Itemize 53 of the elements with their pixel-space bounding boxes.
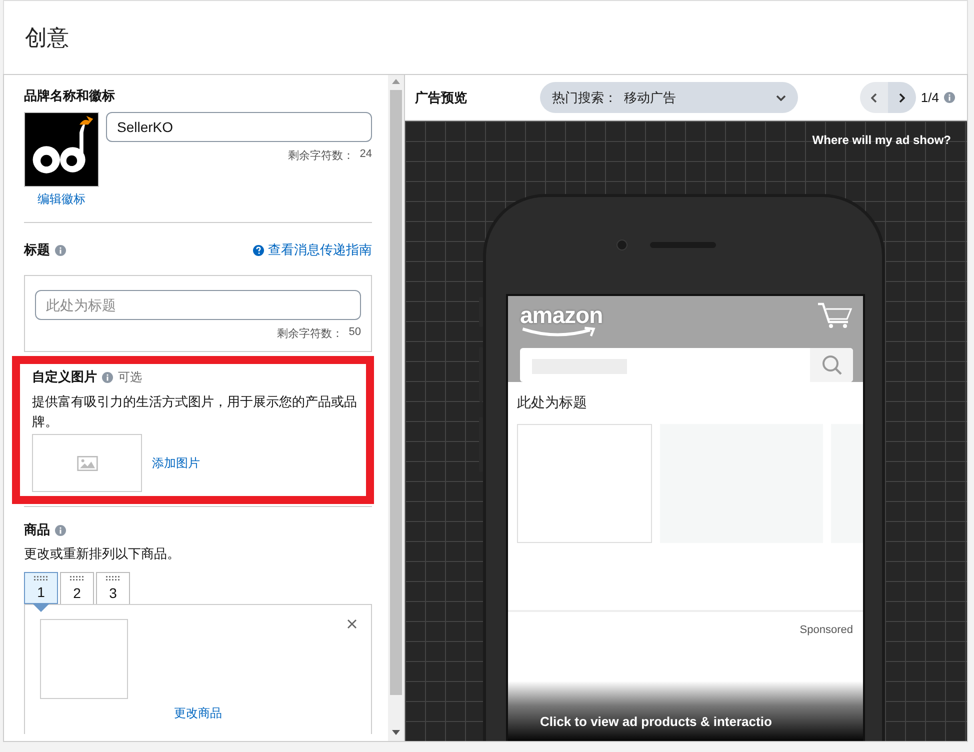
image-placeholder[interactable] <box>32 434 142 492</box>
cart-icon[interactable] <box>817 302 853 328</box>
remaining-label: 剩余字符数： <box>276 326 343 341</box>
headline-field[interactable]: 此处为标题 <box>35 290 361 320</box>
section-description: 更改或重新排列以下商品。 <box>24 545 181 563</box>
add-image-link[interactable]: 添加图片 <box>152 454 200 472</box>
page-title: 创意 <box>25 24 69 52</box>
grip-icon <box>70 576 84 581</box>
image-icon <box>76 456 98 470</box>
ad-headline: 此处为标题 <box>517 394 588 412</box>
camera-icon <box>616 239 628 251</box>
product-tab[interactable]: 3 <box>96 572 130 604</box>
arrow-up-icon[interactable] <box>392 79 400 84</box>
sponsored-label: Sponsored <box>800 624 853 636</box>
cta-banner[interactable]: Click to view ad products & interactio <box>508 681 863 741</box>
help-icon <box>253 244 264 256</box>
edit-logo-link[interactable]: 编辑徽标 <box>38 191 86 208</box>
info-icon <box>55 524 66 536</box>
chevron-right-icon <box>898 92 905 102</box>
section-heading: 广告预览 <box>415 88 467 106</box>
search-icon <box>822 355 842 375</box>
chevron-down-icon <box>776 94 786 100</box>
page-indicator: 1/4 <box>920 90 939 105</box>
store-logo: amazon <box>520 302 603 338</box>
remaining-count: 50 <box>348 326 361 340</box>
product-tab[interactable]: 2 <box>60 572 94 604</box>
section-heading: 商品 <box>24 521 50 539</box>
guide-link[interactable]: 查看消息传递指南 <box>268 241 372 259</box>
remaining-label: 剩余字符数： <box>288 148 354 163</box>
section-heading: 品牌名称和徽标 <box>24 87 115 105</box>
info-icon <box>55 244 66 256</box>
previous-button[interactable] <box>860 82 888 113</box>
section-heading: 标题 <box>24 241 50 259</box>
info-icon <box>944 92 955 103</box>
chevron-left-icon <box>870 92 877 102</box>
where-link[interactable]: Where will my ad show? <box>812 133 951 147</box>
section-description: 提供富有吸引力的生活方式图片，用于展示您的产品或品牌。 <box>32 393 358 431</box>
brand-name-field[interactable]: SellerKO <box>106 112 372 142</box>
remaining-count: 24 <box>360 148 372 162</box>
optional-label: 可选 <box>118 368 142 386</box>
next-button[interactable] <box>888 82 916 113</box>
arrow-down-icon[interactable] <box>392 730 400 735</box>
scrollbar[interactable] <box>388 75 404 741</box>
grip-icon <box>34 576 48 581</box>
search-field[interactable] <box>520 348 853 382</box>
grip-icon <box>106 576 120 581</box>
close-icon[interactable] <box>347 619 357 629</box>
info-icon <box>102 372 113 382</box>
product-tab[interactable]: 1 <box>24 572 58 604</box>
change-products-link[interactable]: 更改商品 <box>174 705 222 722</box>
section-heading: 自定义图片 <box>32 368 97 386</box>
pointer-icon <box>33 604 49 612</box>
placement-dropdown[interactable]: 热门搜索： 移动广告 <box>540 82 798 113</box>
